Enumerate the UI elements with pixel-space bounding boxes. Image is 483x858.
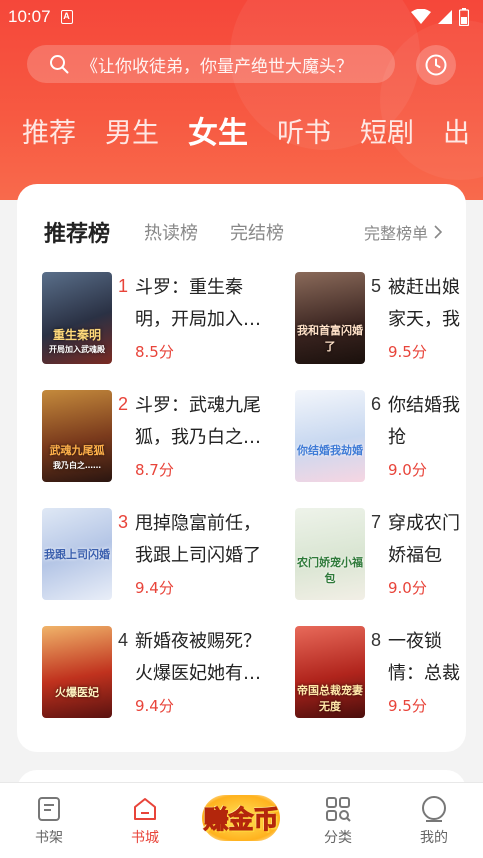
profile-icon: [422, 796, 446, 822]
history-button[interactable]: [416, 45, 456, 85]
rank-number: 7: [371, 512, 382, 532]
book-title: 甩掉隐富前任，我跟上司闪婚了: [135, 513, 261, 566]
ranking-title: 推荐榜: [44, 222, 111, 247]
wifi-icon: [411, 9, 431, 24]
book-cover: 重生秦明 开局加入武魂殿: [42, 272, 112, 364]
full-list-link[interactable]: 完整榜单: [364, 220, 442, 244]
tab-short-drama[interactable]: 短剧: [360, 112, 414, 156]
book-cover: 帝国总裁宠妻无度: [295, 626, 365, 718]
book-cover: 火爆医妃: [42, 626, 112, 718]
nav-bookstore[interactable]: 书城: [110, 795, 180, 847]
nav-label: 分类: [324, 830, 352, 846]
rank-number: 1: [118, 276, 129, 296]
book-item[interactable]: 帝国总裁宠妻无度 8 一夜锁情：总裁宠妻无 9.5分: [295, 626, 466, 722]
full-list-label: 完整榜单: [363, 224, 428, 243]
rank-number: 2: [118, 394, 129, 414]
earn-coins-button[interactable]: 赚金币: [198, 793, 284, 843]
nav-profile[interactable]: 我的: [399, 795, 469, 847]
battery-icon: [459, 8, 469, 26]
book-score: 9.5分: [388, 697, 427, 715]
book-cover: 我和首富闪婚了: [295, 272, 365, 364]
book-title: 一夜锁情：总裁宠妻无: [388, 631, 460, 684]
rank-number: 8: [371, 630, 382, 650]
ranking-header: 推荐榜 热读榜 完结榜 完整榜单: [17, 212, 466, 252]
bookstore-icon: [134, 798, 156, 820]
tab-hot-reading[interactable]: 热读榜: [144, 219, 198, 245]
book-item[interactable]: 火爆医妃 4 新婚夜被赐死？火爆医妃她有… 9.4分: [42, 626, 261, 722]
book-item[interactable]: 重生秦明 开局加入武魂殿 1 斗罗：重生秦明，开局加入… 8.5分: [42, 272, 261, 368]
nav-label: 我的: [420, 830, 448, 846]
chevron-right-icon: [434, 225, 442, 239]
book-score: 9.4分: [135, 697, 174, 715]
book-score: 8.7分: [135, 461, 174, 479]
tab-audiobook[interactable]: 听书: [277, 112, 331, 156]
book-score: 8.5分: [135, 343, 174, 361]
tab-publish[interactable]: 出: [443, 112, 470, 156]
tab-male[interactable]: 男生: [105, 112, 159, 156]
book-cover: 我跟上司闪婚: [42, 508, 112, 600]
signal-icon: [438, 10, 452, 24]
earn-coins-label: 赚金币: [203, 805, 279, 835]
notification-icon: A: [60, 10, 73, 24]
book-title: 被赶出娘家天，我和首: [388, 277, 460, 330]
book-cover: 武魂九尾狐 我乃白之……: [42, 390, 112, 482]
book-title: 新婚夜被赐死？火爆医妃她有…: [135, 631, 261, 684]
bookshelf-icon: [38, 797, 60, 821]
rank-number: 3: [118, 512, 129, 532]
book-title: 穿成农门娇福包: [388, 513, 460, 566]
book-title: 你结婚我抢: [388, 395, 460, 448]
nav-category[interactable]: 分类: [303, 795, 373, 847]
clock-icon: [425, 54, 447, 76]
tab-female[interactable]: 女生: [188, 112, 248, 156]
book-item[interactable]: 你结婚我劫婚 6 你结婚我抢 9.0分: [295, 390, 466, 486]
nav-label: 书城: [131, 830, 159, 846]
book-cover: 农门娇宠小福包: [295, 508, 365, 600]
book-score: 9.4分: [135, 579, 174, 597]
book-cover: 你结婚我劫婚: [295, 390, 365, 482]
category-icon: [326, 797, 351, 822]
book-item[interactable]: 我跟上司闪婚 3 甩掉隐富前任，我跟上司闪婚了 9.4分: [42, 508, 261, 604]
search-bar[interactable]: 《让你收徒弟，你量产绝世大魔头？: [27, 45, 395, 83]
rank-number: 5: [371, 276, 382, 296]
book-title: 斗罗：武魂九尾狐，我乃白之…: [135, 395, 261, 448]
nav-bookshelf[interactable]: 书架: [14, 795, 84, 847]
book-score: 9.0分: [388, 579, 427, 597]
nav-label: 书架: [35, 830, 63, 846]
ranking-card: 推荐榜 热读榜 完结榜 完整榜单 重生秦明 开局加入武魂殿 1 斗罗：重生秦明，…: [17, 184, 466, 752]
status-icons: [411, 8, 469, 26]
rank-number: 6: [371, 394, 382, 414]
rank-number: 4: [118, 630, 129, 650]
tab-recommend[interactable]: 推荐: [22, 112, 76, 156]
category-tabs: 推荐 男生 女生 听书 短剧 出: [0, 108, 483, 156]
book-item[interactable]: 武魂九尾狐 我乃白之…… 2 斗罗：武魂九尾狐，我乃白之… 8.7分: [42, 390, 261, 486]
book-score: 9.5分: [388, 343, 427, 361]
search-placeholder: 《让你收徒弟，你量产绝世大魔头？: [81, 56, 353, 77]
book-item[interactable]: 农门娇宠小福包 7 穿成农门娇福包 9.0分: [295, 508, 466, 604]
search-icon: [50, 55, 69, 74]
tab-completed[interactable]: 完结榜: [230, 219, 284, 245]
book-score: 9.0分: [388, 461, 427, 479]
book-item[interactable]: 我和首富闪婚了 5 被赶出娘家天，我和首 9.5分: [295, 272, 466, 368]
status-time: 10:07: [8, 7, 51, 26]
book-title: 斗罗：重生秦明，开局加入…: [135, 277, 261, 330]
status-bar: 10:07 A: [0, 0, 483, 34]
